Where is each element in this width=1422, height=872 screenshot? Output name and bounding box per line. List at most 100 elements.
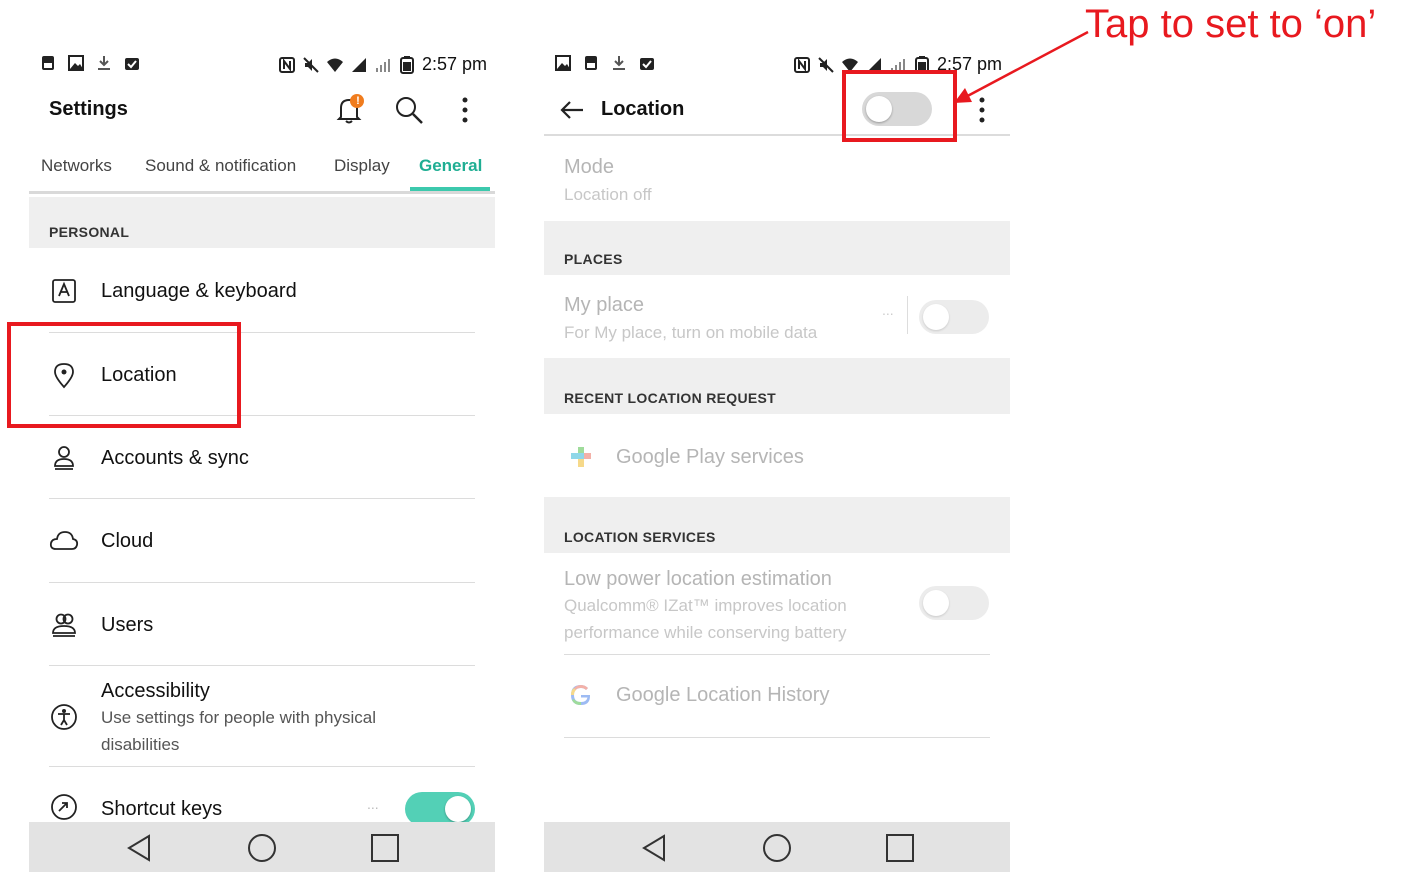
back-nav-button[interactable] [123, 832, 155, 864]
back-triangle-icon [127, 834, 150, 862]
home-nav-button[interactable] [761, 832, 793, 864]
low-power-toggle[interactable] [919, 586, 989, 620]
settings-item-label: Accounts & sync [101, 447, 249, 469]
download-icon [98, 56, 110, 70]
recents-nav-button[interactable] [884, 832, 916, 864]
divider [49, 582, 475, 583]
section-header-services: LOCATION SERVICES [544, 497, 1010, 553]
divider [564, 654, 990, 655]
recents-square-icon [886, 834, 914, 862]
settings-item-label: Cloud [101, 530, 154, 552]
divider [564, 737, 990, 738]
status-bar: 2:57 pm [29, 52, 495, 80]
image-icon [68, 55, 84, 71]
clipboard-check-icon [125, 58, 139, 70]
cloud-icon [49, 526, 79, 556]
notifications-button[interactable]: ! [331, 92, 367, 128]
divider [49, 665, 475, 666]
location-mode-item[interactable]: Mode Location off [564, 152, 990, 212]
section-label: RECENT LOCATION REQUEST [564, 390, 776, 406]
page-title: Settings [49, 98, 128, 120]
settings-item-shortcut-keys[interactable]: Shortcut keys ... [49, 784, 475, 826]
google-g-icon [566, 680, 596, 710]
account-icon [49, 443, 79, 473]
vertical-divider [907, 296, 908, 334]
location-highlight-box [7, 322, 241, 428]
settings-tabs: Networks Sound & notification Display Ge… [29, 140, 495, 194]
clipboard-check-icon [640, 58, 654, 70]
battery-saver-icon [585, 56, 597, 70]
recent-request-item[interactable]: Google Play services [564, 434, 990, 480]
settings-app-bar: Settings ! [29, 84, 495, 136]
settings-item-language[interactable]: Language & keyboard [49, 266, 475, 316]
annotation-text: Tap to set to ‘on’ [1085, 2, 1377, 46]
section-header-places: PLACES [544, 221, 1010, 275]
tab-display[interactable]: Display [334, 156, 390, 176]
shortcut-keys-toggle[interactable] [405, 792, 475, 826]
download-icon [613, 56, 625, 70]
google-play-services-icon [566, 442, 596, 472]
my-place-item[interactable]: My place For My place, turn on mobile da… [564, 290, 990, 350]
settings-item-label: Shortcut keys [101, 798, 223, 820]
navigation-bar [29, 822, 495, 872]
my-place-label: My place [564, 294, 645, 316]
settings-item-accessibility[interactable]: Accessibility Use settings for people wi… [49, 678, 475, 762]
tab-networks[interactable]: Networks [41, 156, 112, 176]
signal-bars-icon [375, 58, 390, 72]
overflow-menu-button[interactable] [447, 92, 483, 128]
low-power-label: Low power location estimation [564, 568, 832, 590]
status-time: 2:57 pm [421, 54, 487, 74]
battery-saver-icon [42, 56, 54, 70]
low-power-location-item[interactable]: Low power location estimation Qualcomm® … [564, 564, 990, 650]
section-header-personal: PERSONAL [29, 197, 495, 248]
nfc-icon [793, 56, 810, 73]
back-triangle-icon [642, 834, 665, 862]
settings-item-cloud[interactable]: Cloud [49, 516, 475, 566]
back-button[interactable] [554, 92, 590, 128]
toggle-knob [923, 304, 949, 330]
battery-icon [399, 55, 414, 74]
section-label: LOCATION SERVICES [564, 529, 716, 545]
divider [49, 498, 475, 499]
wifi-icon [326, 58, 343, 72]
toggle-knob [923, 590, 949, 616]
settings-item-label: Language & keyboard [101, 280, 297, 302]
mute-icon [818, 56, 834, 73]
annotation-arrow [954, 30, 1089, 103]
recents-square-icon [371, 834, 399, 862]
image-icon [555, 55, 571, 71]
navigation-bar [544, 822, 1010, 872]
settings-item-description: Use settings for people with physical di… [101, 708, 376, 754]
settings-item-users[interactable]: Users [49, 600, 475, 650]
notification-badge: ! [356, 95, 360, 107]
more-dots: ... [367, 796, 379, 812]
history-label: Google Location History [616, 684, 830, 706]
low-power-description: Qualcomm® IZat™ improves location perfor… [564, 596, 847, 642]
mode-value: Location off [564, 185, 652, 204]
recents-nav-button[interactable] [369, 832, 401, 864]
search-button[interactable] [391, 92, 427, 128]
my-place-toggle[interactable] [919, 300, 989, 334]
users-icon [49, 610, 79, 640]
settings-item-accounts[interactable]: Accounts & sync [49, 433, 475, 483]
signal-icon [351, 57, 366, 72]
language-icon [49, 276, 79, 306]
tab-general[interactable]: General [419, 156, 482, 176]
section-header-recent: RECENT LOCATION REQUEST [544, 358, 1010, 414]
active-tab-indicator [410, 187, 490, 191]
recent-app-label: Google Play services [616, 446, 804, 468]
section-label: PERSONAL [49, 224, 130, 240]
back-nav-button[interactable] [638, 832, 670, 864]
home-circle-icon [763, 834, 791, 862]
mode-label: Mode [564, 156, 615, 178]
mute-icon [303, 56, 319, 73]
more-dots: ... [882, 302, 894, 318]
my-place-description: For My place, turn on mobile data [564, 323, 818, 342]
toggle-knob [445, 796, 471, 822]
google-location-history-item[interactable]: Google Location History [564, 672, 990, 718]
tab-sound-notification[interactable]: Sound & notification [145, 156, 296, 176]
divider [49, 766, 475, 767]
search-icon [396, 97, 423, 124]
home-nav-button[interactable] [246, 832, 278, 864]
nfc-icon [278, 56, 295, 73]
